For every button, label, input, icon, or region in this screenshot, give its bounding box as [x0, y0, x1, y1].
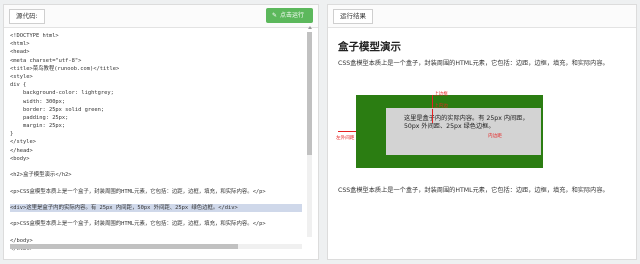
result-tab[interactable]: 运行结果 [333, 9, 373, 24]
code-line: <p>CSS盒模型本质上是一个盒子，封装周围的HTML元素，它包括：边距，边框，… [10, 188, 266, 195]
vertical-scrollbar[interactable] [307, 32, 312, 237]
code-line: <meta charset="utf-8"> [10, 57, 82, 64]
result-panel: 运行结果 盒子模型演示 CSS盒模型本质上是一个盒子，封装周围的HTML元素，它… [327, 4, 637, 260]
left-margin-marker [338, 130, 356, 132]
code-line: background-color: lightgrey; [10, 90, 114, 97]
box-content-text: 这里是盒子内的实际内容。有 25px 内间距，50px 外间距、25px 绿色边… [404, 114, 529, 131]
run-button-label: 点击运行 [279, 12, 304, 19]
code-line: <head> [10, 49, 30, 56]
padding-label: 内边距 [488, 133, 502, 139]
code-line: </style> [10, 139, 36, 146]
code-editor-panel: 源代码: ✎ 点击运行 <!DOCTYPE html> <html> <head> <m… [3, 4, 319, 260]
code-line: <!DOCTYPE html> [10, 33, 59, 39]
scroll-up-arrow-icon[interactable] [308, 26, 312, 29]
top-border-label: 上边框 [434, 91, 448, 97]
result-paragraph-2: CSS盒模型本质上是一个盒子，封装周围的HTML元素，它包括：边距，边框，填充，… [338, 186, 609, 194]
code-line: border: 25px solid green; [10, 106, 105, 113]
code-line: <p>CSS盒模型本质上是一个盒子，封装周围的HTML元素，它包括：边距，边框，… [10, 221, 266, 228]
result-paragraph-1: CSS盒模型本质上是一个盒子，封装周围的HTML元素，它包括：边距，边框，填充，… [338, 60, 609, 67]
run-icon: ✎ [271, 12, 277, 19]
top-padding-marker [432, 108, 433, 123]
green-border-box: 这里是盒子内的实际内容。有 25px 内间距，50px 外间距、25px 绿色边… [356, 94, 543, 168]
code-line: </head> [10, 147, 33, 154]
result-heading: 盒子模型演示 [338, 41, 401, 53]
left-margin-label: 左外间距 [336, 135, 355, 141]
run-button[interactable]: ✎ 点击运行 [265, 8, 313, 23]
result-output: 盒子模型演示 CSS盒模型本质上是一个盒子，封装周围的HTML元素，它包括：边距… [336, 32, 628, 259]
code-line: <h2>盒子模型演示</h2> [10, 172, 72, 179]
vertical-scroll-thumb[interactable] [307, 32, 312, 155]
code-line: padding: 25px; [10, 114, 69, 121]
code-line: } [10, 131, 14, 138]
code-line: <div>这里是盒子内的实际内容。有 25px 内间距，50px 外间距、25p… [10, 203, 302, 213]
horizontal-scrollbar[interactable] [10, 244, 302, 249]
code-line: <title>菜鸟教程(runoob.com)</title> [10, 65, 120, 72]
editor-toolbar: 源代码: ✎ 点击运行 [4, 5, 318, 28]
code-line: margin: 25px; [10, 123, 66, 130]
result-toolbar: 运行结果 [328, 5, 636, 28]
box-model-demo: 这里是盒子内的实际内容。有 25px 内间距，50px 外间距、25px 绿色边… [336, 92, 628, 169]
horizontal-scroll-thumb[interactable] [10, 244, 238, 249]
top-padding-label: 上内边 [434, 103, 448, 109]
code-line: width: 300px; [10, 98, 66, 105]
code-line: div { [10, 82, 27, 89]
code-line: <body> [10, 155, 30, 162]
code-textarea[interactable]: <!DOCTYPE html> <html> <head> <meta charset… [10, 32, 302, 253]
source-code-tab[interactable]: 源代码: [9, 9, 45, 24]
code-line: <html> [10, 41, 30, 48]
content-box: 这里是盒子内的实际内容。有 25px 内间距，50px 外间距、25px 绿色边… [386, 107, 541, 155]
code-line: <style> [10, 73, 33, 80]
top-border-marker [432, 94, 433, 108]
